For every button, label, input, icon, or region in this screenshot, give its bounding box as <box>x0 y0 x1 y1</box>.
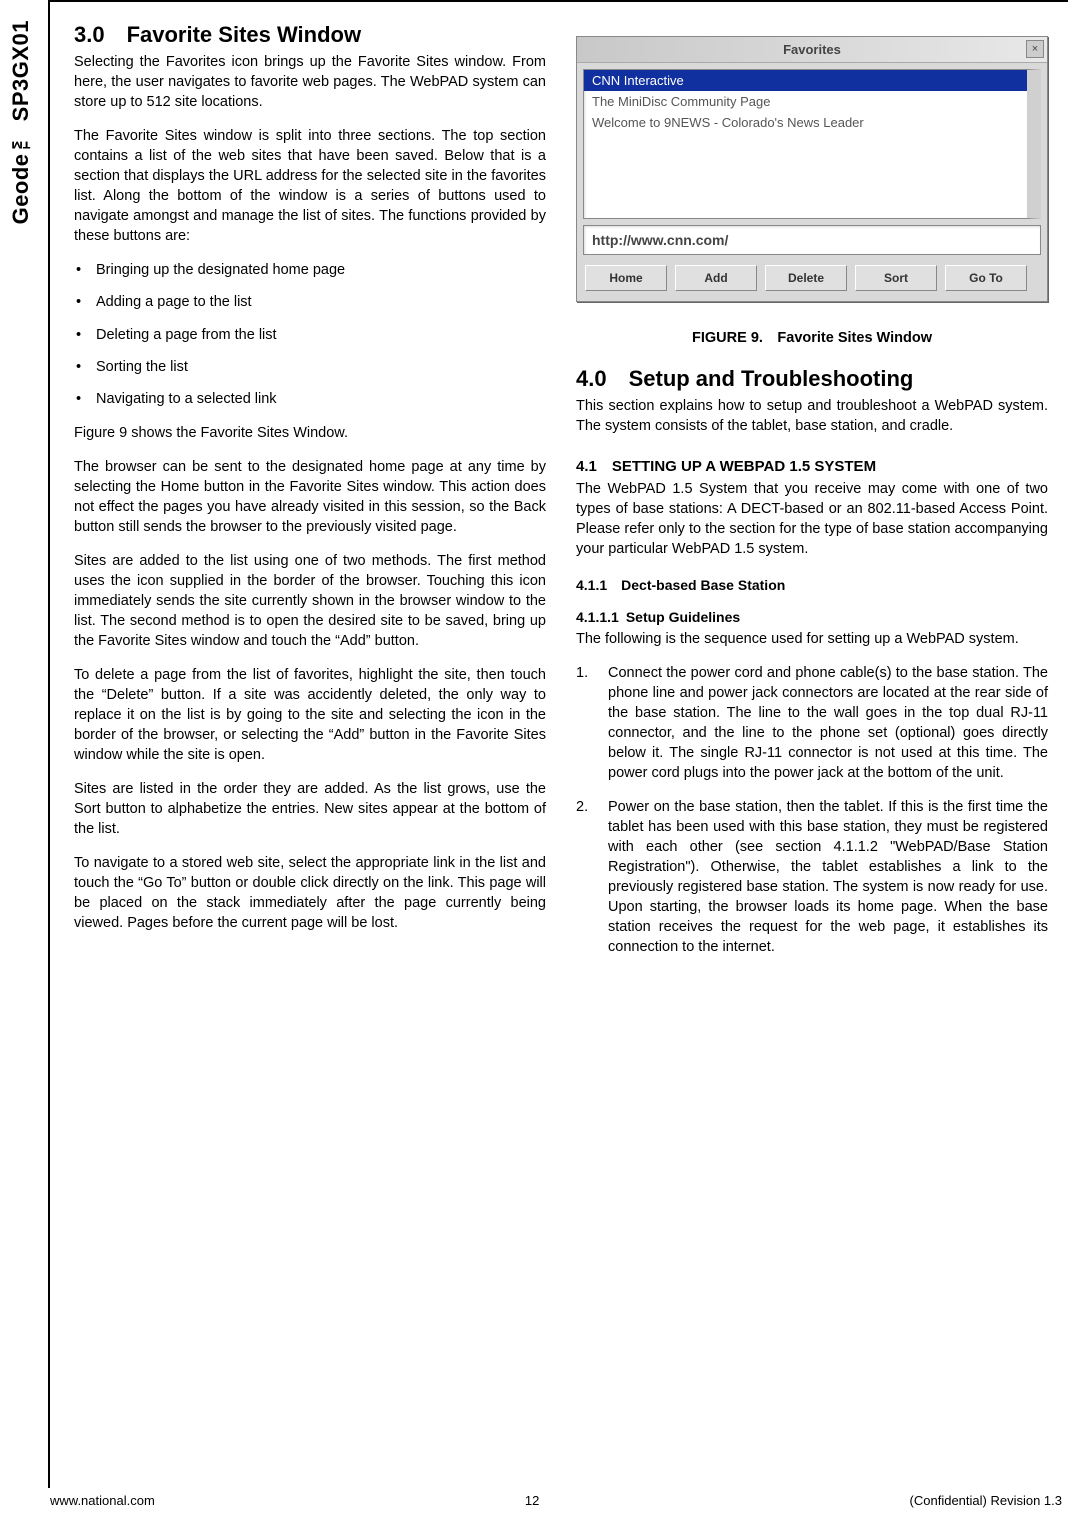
bullet-item: Bringing up the designated home page <box>74 260 546 280</box>
favorites-title: Favorites <box>783 42 841 57</box>
left-column: 3.0 Favorite Sites Window Selecting the … <box>74 22 546 971</box>
right-column: Favorites × CNN Interactive The MiniDisc… <box>576 22 1048 971</box>
sort-button[interactable]: Sort <box>855 265 937 291</box>
bullet-item: Sorting the list <box>74 357 546 377</box>
sec3-p4: The browser can be sent to the designate… <box>74 457 546 537</box>
delete-button[interactable]: Delete <box>765 265 847 291</box>
step-item: Power on the base station, then the tabl… <box>576 797 1048 957</box>
page-footer: www.national.com 12 (Confidential) Revis… <box>50 1493 1062 1508</box>
setup-steps: Connect the power cord and phone cable(s… <box>576 663 1048 957</box>
favorites-list[interactable]: CNN Interactive The MiniDisc Community P… <box>583 69 1041 219</box>
favorites-window: Favorites × CNN Interactive The MiniDisc… <box>576 36 1048 302</box>
sec3-bullets: Bringing up the designated home page Add… <box>74 260 546 409</box>
close-icon[interactable]: × <box>1026 40 1044 58</box>
figure-9-caption: FIGURE 9. Favorite Sites Window <box>576 330 1048 346</box>
bullet-item: Navigating to a selected link <box>74 389 546 409</box>
goto-button[interactable]: Go To <box>945 265 1027 291</box>
sec4-p1: This section explains how to setup and t… <box>576 396 1048 436</box>
product-side-label: Geode™ SP3GX01 <box>8 20 34 224</box>
sec3-p6: To delete a page from the list of favori… <box>74 665 546 765</box>
footer-url: www.national.com <box>50 1493 155 1508</box>
home-button[interactable]: Home <box>585 265 667 291</box>
favorites-button-row: Home Add Delete Sort Go To <box>577 261 1047 301</box>
list-item[interactable]: The MiniDisc Community Page <box>584 91 1027 112</box>
section-4-1-heading: 4.1 SETTING UP A WEBPAD 1.5 SYSTEM <box>576 458 1048 475</box>
list-item[interactable]: CNN Interactive <box>584 70 1027 91</box>
list-item[interactable]: Welcome to 9NEWS - Colorado's News Leade… <box>584 112 1027 133</box>
bullet-item: Deleting a page from the list <box>74 325 546 345</box>
bullet-item: Adding a page to the list <box>74 292 546 312</box>
sec3-p8: To navigate to a stored web site, select… <box>74 853 546 933</box>
sec41-p: The WebPAD 1.5 System that you receive m… <box>576 479 1048 559</box>
step-item: Connect the power cord and phone cable(s… <box>576 663 1048 783</box>
sec3-p7: Sites are listed in the order they are a… <box>74 779 546 839</box>
sec3-p2: The Favorite Sites window is split into … <box>74 126 546 246</box>
section-4-heading: 4.0 Setup and Troubleshooting <box>576 366 1048 392</box>
sec3-p5: Sites are added to the list using one of… <box>74 551 546 651</box>
footer-revision: (Confidential) Revision 1.3 <box>910 1493 1062 1508</box>
section-4-1-1-heading: 4.1.1 Dect-based Base Station <box>576 577 1048 593</box>
sec3-p3: Figure 9 shows the Favorite Sites Window… <box>74 423 546 443</box>
section-4-1-1-1-heading: 4.1.1.1 Setup Guidelines <box>576 609 1048 625</box>
favorites-url-display: http://www.cnn.com/ <box>583 225 1041 255</box>
add-button[interactable]: Add <box>675 265 757 291</box>
section-3-heading: 3.0 Favorite Sites Window <box>74 22 546 48</box>
sec3-p1: Selecting the Favorites icon brings up t… <box>74 52 546 112</box>
page-number: 12 <box>525 1493 539 1508</box>
sec4111-p: The following is the sequence used for s… <box>576 629 1048 649</box>
page-frame: 3.0 Favorite Sites Window Selecting the … <box>48 0 1068 1488</box>
favorites-titlebar: Favorites × <box>577 37 1047 63</box>
